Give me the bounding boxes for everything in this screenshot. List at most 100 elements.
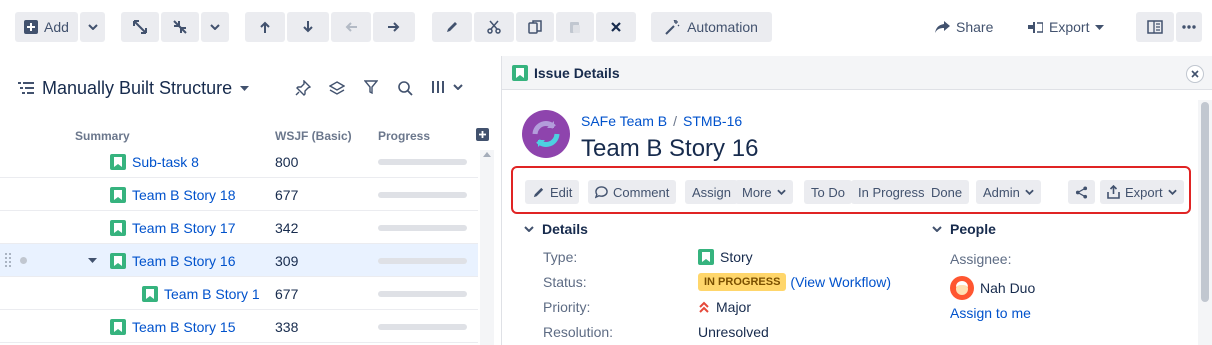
breadcrumb: SAFe Team B / STMB-16 xyxy=(581,113,742,129)
layout-toggle-button[interactable] xyxy=(1136,12,1174,42)
story-icon xyxy=(110,220,126,236)
export-label: Export xyxy=(1049,19,1090,35)
transition-todo-label: To Do xyxy=(811,184,845,200)
transition-in-progress-button[interactable]: In Progress xyxy=(851,180,932,204)
details-scrollbar[interactable] xyxy=(1198,100,1212,345)
move-up-button[interactable] xyxy=(245,12,285,42)
more-options-button[interactable] xyxy=(1176,12,1202,42)
assignee-label: Assignee: xyxy=(950,251,1012,267)
structure-scrollbar[interactable] xyxy=(480,150,494,345)
arrow-right-icon xyxy=(388,22,400,32)
story-icon xyxy=(110,154,126,170)
paste-button[interactable] xyxy=(556,12,594,42)
export-icon xyxy=(1107,185,1120,199)
row-summary[interactable]: Team B Story 17 xyxy=(110,220,236,236)
row-summary[interactable]: Sub-task 8 xyxy=(110,154,199,170)
row-summary-label: Sub-task 8 xyxy=(132,154,199,170)
export-button[interactable]: Export xyxy=(1028,12,1105,42)
table-row[interactable]: Team B Story 18 677 xyxy=(0,277,478,310)
row-summary-label: Team B Story 18 xyxy=(132,187,236,203)
table-row[interactable]: Team B Story 15 338 xyxy=(0,310,478,343)
story-icon xyxy=(110,319,126,335)
panel-layout-icon xyxy=(1147,20,1163,34)
scroll-up-icon[interactable] xyxy=(483,152,491,157)
row-summary-label: Team B Story 15 xyxy=(132,319,236,335)
pin-button[interactable] xyxy=(295,80,311,96)
table-row[interactable]: Team B Story 18 677 xyxy=(0,178,478,211)
pencil-icon xyxy=(447,22,457,32)
issue-export-button[interactable]: Export xyxy=(1100,180,1184,204)
expand-button[interactable] xyxy=(121,12,159,42)
move-left-button[interactable] xyxy=(331,12,371,42)
progress-bar xyxy=(378,324,467,330)
add-column-button[interactable] xyxy=(476,128,489,141)
view-workflow-link[interactable]: (View Workflow) xyxy=(790,274,891,290)
edit-button[interactable] xyxy=(432,12,472,42)
column-progress[interactable]: Progress xyxy=(378,129,430,143)
assign-to-me-link[interactable]: Assign to me xyxy=(950,305,1031,321)
column-wsjf[interactable]: WSJF (Basic) xyxy=(275,129,352,143)
add-button[interactable]: Add xyxy=(15,12,78,42)
issue-more-label: More xyxy=(742,184,772,200)
collapse-row-icon[interactable] xyxy=(88,258,97,263)
issue-assign-button[interactable]: Assign xyxy=(685,180,739,204)
row-summary[interactable]: Team B Story 15 xyxy=(110,319,236,335)
priority-major-icon xyxy=(699,301,709,313)
row-wsjf: 342 xyxy=(275,220,299,236)
assignee-value[interactable]: Nah Duo xyxy=(950,276,1035,300)
columns-icon xyxy=(432,81,444,93)
people-section-toggle[interactable]: People xyxy=(932,221,996,237)
table-row[interactable]: Sub-task 8 800 xyxy=(0,145,478,178)
progress-bar xyxy=(378,291,467,297)
copy-button[interactable] xyxy=(516,12,554,42)
delete-button[interactable] xyxy=(596,12,636,42)
automation-button[interactable]: Automation xyxy=(651,12,772,42)
expand-dropdown-button[interactable] xyxy=(201,12,229,42)
transition-todo-button[interactable]: To Do xyxy=(804,180,852,204)
breadcrumb-issue-key[interactable]: STMB-16 xyxy=(683,113,742,129)
issue-more-button[interactable]: More xyxy=(735,180,793,204)
user-avatar xyxy=(950,276,974,300)
transition-done-button[interactable]: Done xyxy=(924,180,970,204)
layers-icon xyxy=(329,81,345,95)
issue-share-button[interactable] xyxy=(1068,180,1095,204)
priority-value: Major xyxy=(698,299,751,315)
issue-comment-button[interactable]: Comment xyxy=(588,180,677,204)
table-row-selected[interactable]: Team B Story 16 309 xyxy=(0,244,478,277)
column-summary[interactable]: Summary xyxy=(75,129,130,143)
structure-panel: Manually Built Structure Summary WSJF (B… xyxy=(0,56,501,345)
row-summary[interactable]: Team B Story 16 xyxy=(110,253,236,269)
scrollbar-thumb[interactable] xyxy=(1201,102,1209,302)
collapse-button[interactable] xyxy=(161,12,199,42)
share-icon xyxy=(1075,185,1088,199)
search-button[interactable] xyxy=(397,80,413,96)
status-label: Status: xyxy=(543,274,587,290)
issue-admin-button[interactable]: Admin xyxy=(976,180,1041,204)
issue-edit-label: Edit xyxy=(550,184,573,200)
arrow-up-icon xyxy=(260,21,270,33)
structure-selector[interactable]: Manually Built Structure xyxy=(18,78,250,99)
filter-button[interactable] xyxy=(364,80,378,94)
row-summary[interactable]: Team B Story 18 xyxy=(142,286,260,302)
columns-button[interactable] xyxy=(431,80,463,94)
close-panel-button[interactable] xyxy=(1186,65,1204,83)
breadcrumb-project[interactable]: SAFe Team B xyxy=(581,113,667,129)
structure-list-icon xyxy=(18,82,34,94)
issue-edit-button[interactable]: Edit xyxy=(525,180,580,204)
share-button[interactable]: Share xyxy=(935,12,993,42)
drag-handle-icon[interactable] xyxy=(4,252,12,268)
chevron-down-icon xyxy=(1025,189,1034,195)
add-dropdown-button[interactable] xyxy=(80,12,105,42)
issue-comment-label: Comment xyxy=(613,184,670,200)
cut-button[interactable] xyxy=(474,12,514,42)
issue-export-label: Export xyxy=(1125,184,1163,200)
table-row[interactable]: Team B Story 17 342 xyxy=(0,211,478,244)
priority-value-text: Major xyxy=(716,299,752,315)
move-right-button[interactable] xyxy=(373,12,415,42)
row-summary[interactable]: Team B Story 18 xyxy=(110,187,236,203)
details-section-toggle[interactable]: Details xyxy=(524,221,588,237)
issue-details-panel: Issue Details SAFe Team B / STMB-16 Team… xyxy=(501,56,1212,345)
layers-button[interactable] xyxy=(329,80,345,96)
move-down-button[interactable] xyxy=(287,12,329,42)
issue-action-bar: Edit Comment Assign More To Do In Progre… xyxy=(511,166,1191,214)
